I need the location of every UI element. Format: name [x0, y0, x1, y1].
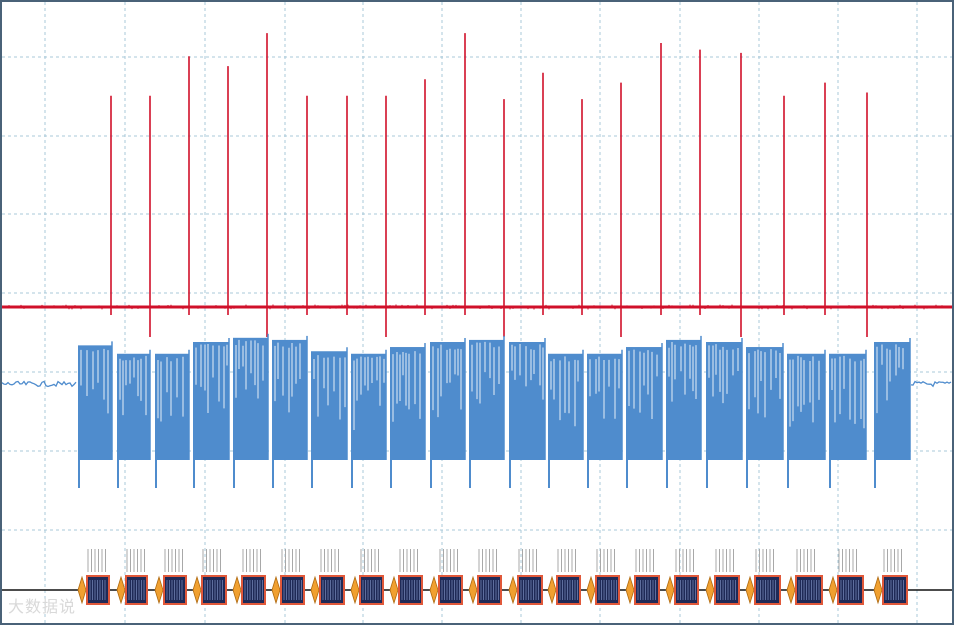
- decode-frame: [241, 575, 266, 605]
- burst-block: [78, 345, 112, 460]
- decode-frame-bits: [166, 580, 183, 600]
- decode-frame: [595, 575, 620, 605]
- burst-block: [706, 342, 742, 460]
- decode-frame-bits: [128, 580, 145, 600]
- burst-block: [155, 353, 189, 460]
- decode-frame-bits: [89, 580, 106, 600]
- burst-block: [874, 342, 910, 460]
- burst-block: [311, 351, 347, 460]
- decode-frame: [359, 575, 384, 605]
- oscilloscope-plot: [0, 0, 954, 625]
- decode-frame: [556, 575, 581, 605]
- decode-frame: [477, 575, 502, 605]
- decode-frame: [837, 575, 864, 605]
- decode-frame: [674, 575, 699, 605]
- decode-frame: [438, 575, 463, 605]
- decode-frame: [280, 575, 305, 605]
- watermark-text: 大数据说: [8, 597, 77, 616]
- decode-frame: [398, 575, 423, 605]
- decode-frame: [754, 575, 781, 605]
- plot-background: [0, 0, 954, 625]
